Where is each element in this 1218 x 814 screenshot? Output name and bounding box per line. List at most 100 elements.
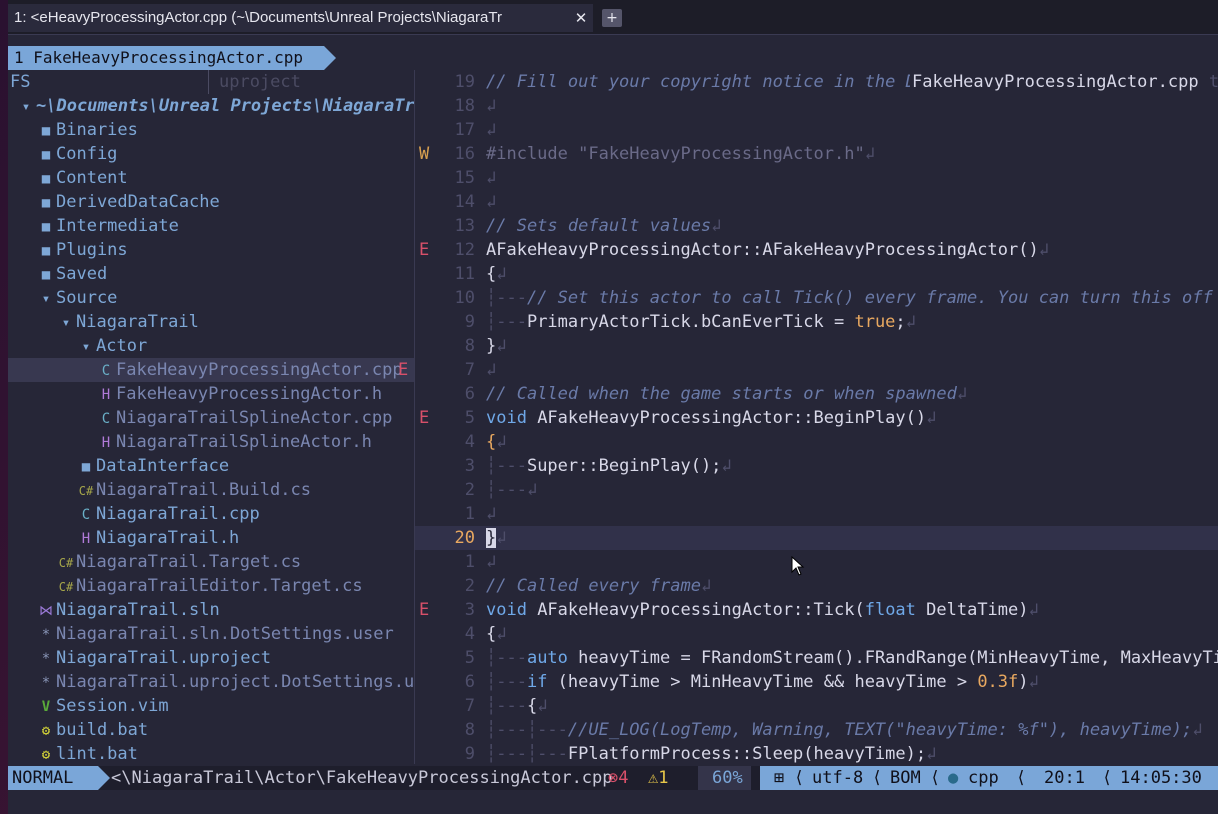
line-number: 8 xyxy=(464,336,475,356)
tree-item-label: Plugins xyxy=(56,240,128,260)
cpp-filetype-icon: ● xyxy=(948,768,959,788)
file-tree: FS uproject ▾ ~\Documents\Unreal Projects… xyxy=(8,70,414,764)
eol-marker: ↲ xyxy=(486,96,497,116)
new-tab-button[interactable]: + xyxy=(602,9,622,27)
cpp-file-icon: C xyxy=(101,363,111,379)
line-number: 6 xyxy=(464,672,475,692)
code-line[interactable]: E 12 AFakeHeavyProcessingActor::AFakeHea… xyxy=(415,238,1218,262)
code-line[interactable]: 4 {↲ xyxy=(415,622,1218,646)
code-line[interactable]: 9 ┆---┆---FPlatformProcess::Sleep(heavyT… xyxy=(415,742,1218,764)
tree-item-niagaratrail-cpp[interactable]: C NiagaraTrail.cpp xyxy=(76,502,414,526)
tree-item-label: FakeHeavyProcessingActor.h xyxy=(116,384,383,404)
code-line[interactable]: 2 ┆---↲ xyxy=(415,478,1218,502)
tree-item-fakeheavy-cpp[interactable]: C FakeHeavyProcessingActor.cpp E xyxy=(8,358,414,382)
tree-item-sln[interactable]: ⋈ NiagaraTrail.sln xyxy=(36,598,414,622)
tree-item-uproject[interactable]: * NiagaraTrail.uproject xyxy=(36,646,414,670)
folder-open-icon: ▾ xyxy=(61,315,71,331)
line-text: ┆---↲ xyxy=(486,480,538,500)
code-line[interactable]: 3 ┆---Super::BeginPlay();↲ xyxy=(415,454,1218,478)
code-line[interactable]: 7 ┆---{↲ xyxy=(415,694,1218,718)
line-number: 1 xyxy=(464,552,475,572)
eol-marker: ↲ xyxy=(486,192,497,212)
terminal-tab[interactable]: 1: <eHeavyProcessingActor.cpp (~\Documen… xyxy=(8,4,593,32)
error-sign: E xyxy=(419,600,430,620)
tree-item-build-bat[interactable]: ⚙ build.bat xyxy=(36,718,414,742)
code-line[interactable]: 13 // Sets default values↲ xyxy=(415,214,1218,238)
code-line[interactable]: 7 ↲ xyxy=(415,358,1218,382)
tree-item-saved[interactable]: ■ Saved xyxy=(36,262,414,286)
folder-icon: ■ xyxy=(41,123,51,139)
tree-item-deriveddatacache[interactable]: ■ DerivedDataCache xyxy=(36,190,414,214)
code-line[interactable]: 6 ┆---if (heavyTime > MinHeavyTime && he… xyxy=(415,670,1218,694)
tree-item-editor-target-cs[interactable]: C# NiagaraTrailEditor.Target.cs xyxy=(56,574,414,598)
line-text: }↲ xyxy=(486,526,507,550)
tree-item-label: NiagaraTrail.uproject.DotSettings.u xyxy=(56,672,414,692)
tree-header: FS uproject xyxy=(8,70,414,94)
code-line[interactable]: 2 // Called every frame↲ xyxy=(415,574,1218,598)
tree-item-label: Content xyxy=(56,168,128,188)
code-line[interactable]: 8 }↲ xyxy=(415,334,1218,358)
close-tab-icon[interactable]: ✕ xyxy=(573,4,589,32)
code-line[interactable]: 8 ┆---┆---//UE_LOG(LogTemp, Warning, TEX… xyxy=(415,718,1218,742)
tree-item-session-vim[interactable]: V Session.vim xyxy=(36,694,414,718)
code-line[interactable]: 4 {↲ xyxy=(415,430,1218,454)
line-text: ┆---┆---FPlatformProcess::Sleep(heavyTim… xyxy=(486,744,937,764)
eol-marker: ↲ xyxy=(486,360,497,380)
tree-item-uproject-dotsettings[interactable]: * NiagaraTrail.uproject.DotSettings.u xyxy=(36,670,414,694)
code-line[interactable]: 15 ↲ xyxy=(415,166,1218,190)
code-line[interactable]: 11 {↲ xyxy=(415,262,1218,286)
code-line[interactable]: 9 ┆---PrimaryActorTick.bCanEverTick = tr… xyxy=(415,310,1218,334)
code-line[interactable]: 14 ↲ xyxy=(415,190,1218,214)
mode-text: NORMAL xyxy=(12,768,74,788)
tree-item-target-cs[interactable]: C# NiagaraTrail.Target.cs xyxy=(56,550,414,574)
tree-item-config[interactable]: ■ Config xyxy=(36,142,414,166)
code-line[interactable]: 18 ↲ xyxy=(415,94,1218,118)
code-editor[interactable]: 19 // Fill out your copyright notice in … xyxy=(415,70,1218,764)
tree-item-fakeheavy-h[interactable]: H FakeHeavyProcessingActor.h xyxy=(96,382,414,406)
line-text: void AFakeHeavyProcessingActor::Tick(flo… xyxy=(486,600,1039,620)
error-sign: E xyxy=(419,240,430,260)
code-line[interactable]: E 3 void AFakeHeavyProcessingActor::Tick… xyxy=(415,598,1218,622)
code-line[interactable]: 5 ┆---auto heavyTime = FRandomStream().F… xyxy=(415,646,1218,670)
tree-item-intermediate[interactable]: ■ Intermediate xyxy=(36,214,414,238)
code-line[interactable]: 1 ↲ xyxy=(415,502,1218,526)
error-count[interactable]: ⊗4 xyxy=(608,766,628,790)
warning-count[interactable]: ⚠1 xyxy=(648,766,668,790)
tree-item-niagaratrail-h[interactable]: H NiagaraTrail.h xyxy=(76,526,414,550)
tree-item-label: Source xyxy=(56,288,118,308)
code-line[interactable]: 6 // Called when the game starts or when… xyxy=(415,382,1218,406)
buffer-tab[interactable]: 1 FakeHeavyProcessingActor.cpp xyxy=(8,46,324,70)
tree-item-datainterface[interactable]: ■ DataInterface xyxy=(76,454,414,478)
tree-item-spline-cpp[interactable]: C NiagaraTrailSplineActor.cpp xyxy=(96,406,414,430)
current-code-line[interactable]: 20 }↲ xyxy=(415,526,1218,550)
tree-item-sln-dotsettings[interactable]: * NiagaraTrail.sln.DotSettings.user xyxy=(36,622,414,646)
line-number: 3 xyxy=(464,456,475,476)
code-line[interactable]: W 16 #include "FakeHeavyProcessingActor.… xyxy=(415,142,1218,166)
tree-item-actor[interactable]: ▾ Actor xyxy=(76,334,414,358)
header-file-icon: H xyxy=(81,531,91,547)
tree-item-content[interactable]: ■ Content xyxy=(36,166,414,190)
tree-root[interactable]: ▾ ~\Documents\Unreal Projects\NiagaraTr xyxy=(16,94,414,118)
code-line[interactable]: E 5 void AFakeHeavyProcessingActor::Begi… xyxy=(415,406,1218,430)
text-cursor: } xyxy=(486,528,497,548)
eol-marker: ↲ xyxy=(1028,672,1039,692)
tree-item-niagaratrail[interactable]: ▾ NiagaraTrail xyxy=(56,310,414,334)
line-number: 13 xyxy=(454,216,475,236)
line-number: 7 xyxy=(464,360,475,380)
code-line[interactable]: 10 ┆---// Set this actor to call Tick() … xyxy=(415,286,1218,310)
tree-item-spline-h[interactable]: H NiagaraTrailSplineActor.h xyxy=(96,430,414,454)
tree-item-source[interactable]: ▾ Source xyxy=(36,286,414,310)
line-text: ↲ xyxy=(486,550,496,574)
code-line[interactable]: 19 // Fill out your copyright notice in … xyxy=(415,70,1218,94)
line-text: void AFakeHeavyProcessingActor::BeginPla… xyxy=(486,408,937,428)
tree-item-build-cs[interactable]: C# NiagaraTrail.Build.cs xyxy=(76,478,414,502)
eol-marker: ↲ xyxy=(721,456,732,476)
tree-item-plugins[interactable]: ■ Plugins xyxy=(36,238,414,262)
tree-item-binaries[interactable]: ■ Binaries xyxy=(36,118,414,142)
tree-item-lint-bat[interactable]: ⚙ lint.bat xyxy=(36,742,414,764)
code-line[interactable]: 1 ↲ xyxy=(415,550,1218,574)
folder-icon: ■ xyxy=(41,171,51,187)
csharp-file-icon: C# xyxy=(78,484,94,498)
encoding: utf-8 xyxy=(812,768,864,788)
code-line[interactable]: 17 ↲ xyxy=(415,118,1218,142)
